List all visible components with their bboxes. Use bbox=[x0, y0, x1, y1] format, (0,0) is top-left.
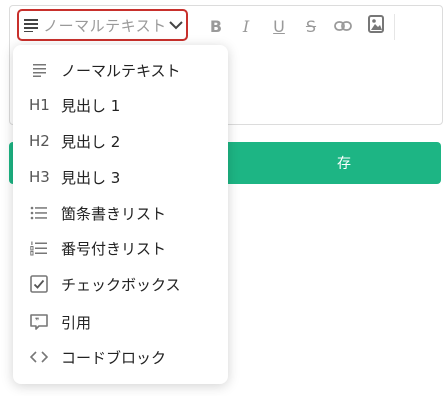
image-button[interactable] bbox=[365, 15, 387, 37]
strikethrough-button[interactable]: S bbox=[300, 15, 322, 37]
numbered-list-icon bbox=[28, 237, 50, 259]
code-brackets-icon bbox=[28, 346, 50, 368]
editor-toolbar: ノーマルテキスト B I U S bbox=[10, 6, 442, 50]
menu-item-label: チェックボックス bbox=[61, 275, 181, 294]
italic-button[interactable]: I bbox=[235, 15, 257, 37]
bold-button[interactable]: B bbox=[205, 15, 227, 37]
heading-tag: H1 bbox=[29, 96, 50, 114]
paragraph-lines-icon bbox=[19, 18, 43, 32]
svg-text:❞: ❞ bbox=[35, 317, 39, 326]
menu-item-label: 番号付きリスト bbox=[61, 239, 167, 258]
menu-item-bullet-list[interactable]: 箇条書きリスト bbox=[13, 196, 228, 230]
menu-item-checkbox[interactable]: チェックボックス bbox=[13, 267, 228, 301]
underline-button[interactable]: U bbox=[268, 15, 290, 37]
menu-item-label: 見出し 2 bbox=[61, 132, 121, 151]
image-icon bbox=[368, 15, 384, 37]
bullet-list-icon bbox=[28, 202, 50, 224]
format-select[interactable]: ノーマルテキスト bbox=[17, 9, 188, 41]
menu-item-normal-text[interactable]: ノーマルテキスト bbox=[13, 53, 228, 87]
menu-item-label: 引用 bbox=[61, 313, 92, 332]
chevron-down-icon bbox=[167, 20, 186, 30]
checkbox-icon bbox=[28, 273, 50, 295]
menu-item-heading-2[interactable]: H2 見出し 2 bbox=[13, 124, 228, 158]
format-dropdown-menu: ノーマルテキスト H1 見出し 1 H2 見出し 2 H3 見出し 3 箇条書き… bbox=[13, 45, 228, 384]
format-select-value: ノーマルテキスト bbox=[43, 16, 167, 35]
menu-item-code-block[interactable]: コードブロック bbox=[13, 340, 228, 374]
menu-item-label: コードブロック bbox=[61, 348, 167, 367]
link-icon bbox=[334, 17, 352, 36]
menu-item-heading-3[interactable]: H3 見出し 3 bbox=[13, 160, 228, 194]
heading-tag: H3 bbox=[29, 168, 50, 186]
menu-item-label: 見出し 1 bbox=[61, 96, 121, 115]
save-button-label: 存 bbox=[337, 156, 351, 172]
menu-item-label: 箇条書きリスト bbox=[61, 204, 167, 223]
toolbar-divider bbox=[394, 14, 395, 40]
heading-tag: H2 bbox=[29, 132, 50, 150]
menu-item-numbered-list[interactable]: 番号付きリスト bbox=[13, 231, 228, 265]
link-button[interactable] bbox=[332, 15, 354, 37]
menu-item-quote[interactable]: ❞ 引用 bbox=[13, 305, 228, 339]
menu-item-label: ノーマルテキスト bbox=[61, 61, 181, 80]
paragraph-lines-icon bbox=[28, 59, 50, 81]
menu-item-heading-1[interactable]: H1 見出し 1 bbox=[13, 88, 228, 122]
menu-item-label: 見出し 3 bbox=[61, 168, 121, 187]
quote-bubble-icon: ❞ bbox=[28, 311, 50, 333]
